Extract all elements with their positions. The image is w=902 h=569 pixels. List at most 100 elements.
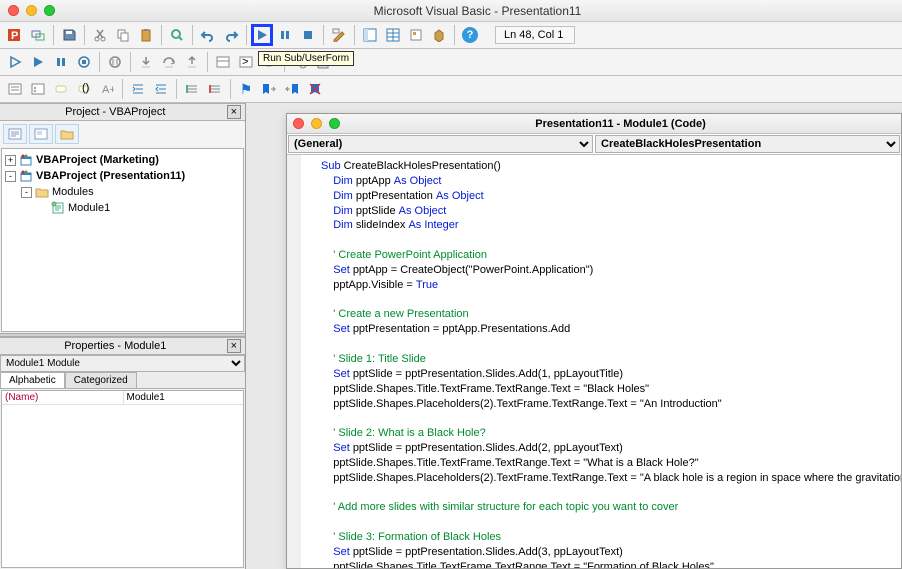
list-properties-button[interactable] [4,78,26,100]
locals-window-button[interactable] [212,51,234,73]
help-button[interactable]: ? [459,24,481,46]
project-toolbar [0,121,245,147]
paste-button[interactable] [135,24,157,46]
redo-button[interactable] [220,24,242,46]
svg-text:A+: A+ [102,84,114,96]
minimize-window-button[interactable] [26,5,37,16]
tab-alphabetic[interactable]: Alphabetic [0,372,65,388]
property-value[interactable]: Module1 [123,391,244,404]
flag-icon: ⚑ [240,81,253,98]
run-button[interactable]: Run Sub/UserForm [251,24,273,46]
tree-label: Modules [52,186,94,198]
code-window: Presentation11 - Module1 (Code) (General… [286,113,902,569]
parameter-info-button[interactable]: () [73,78,95,100]
indent-button[interactable] [127,78,149,100]
comment-block-button[interactable] [181,78,203,100]
object-browser-button[interactable] [405,24,427,46]
procedure-dropdown[interactable]: CreateBlackHolesPresentation [595,135,900,153]
stop-button[interactable] [73,51,95,73]
properties-grid[interactable]: (Name) Module1 [1,390,244,568]
step-out-button[interactable] [181,51,203,73]
window-title: Microsoft Visual Basic - Presentation11 [61,4,894,18]
tree-expander[interactable]: - [21,187,32,198]
properties-object-select[interactable]: Module1 Module [0,355,245,372]
tree-label: VBAProject (Marketing) [36,154,159,166]
proj-icon [19,169,33,183]
toggle-breakpoint-button[interactable] [104,51,126,73]
reset-button[interactable] [297,24,319,46]
copy-button[interactable] [112,24,134,46]
code-close-button[interactable] [293,118,304,129]
code-zoom-button[interactable] [329,118,340,129]
project-panel-title: Project - VBAProject × [0,103,245,121]
toolbox-button[interactable] [428,24,450,46]
next-bookmark-button[interactable] [258,78,280,100]
tree-item[interactable]: Module1 [5,200,240,216]
run-tooltip: Run Sub/UserForm [258,51,354,66]
close-properties-panel-button[interactable]: × [227,339,241,353]
code-dropdowns: (General) CreateBlackHolesPresentation [287,134,901,155]
edit-toolbar: () A+ ⚑ [0,76,902,103]
toggle-bookmark-button[interactable]: ⚑ [235,78,257,100]
quick-info-button[interactable] [50,78,72,100]
tree-expander[interactable]: + [5,155,16,166]
view-object-button[interactable] [29,124,53,144]
close-project-panel-button[interactable]: × [227,105,241,119]
pause-button[interactable] [50,51,72,73]
property-name: (Name) [2,391,123,404]
window-titlebar: Microsoft Visual Basic - Presentation11 [0,0,902,22]
insert-module-button[interactable] [27,24,49,46]
compile-button[interactable] [4,51,26,73]
design-mode-button[interactable] [328,24,350,46]
cursor-position: Ln 48, Col 1 [495,26,575,44]
zoom-window-button[interactable] [44,5,55,16]
run-macro-button[interactable] [27,51,49,73]
svg-text:P: P [11,30,18,42]
view-code-button[interactable] [3,124,27,144]
properties-window-button[interactable] [382,24,404,46]
close-window-button[interactable] [8,5,19,16]
immediate-window-button[interactable]: > [235,51,257,73]
step-into-button[interactable] [135,51,157,73]
proj-icon [19,153,33,167]
save-button[interactable] [58,24,80,46]
powerpoint-icon[interactable]: P [4,24,26,46]
undo-button[interactable] [197,24,219,46]
code-minimize-button[interactable] [311,118,322,129]
cut-button[interactable] [89,24,111,46]
tree-label: Module1 [68,202,110,214]
outdent-button[interactable] [150,78,172,100]
tree-item[interactable]: - VBAProject (Presentation11) [5,168,240,184]
code-window-titlebar: Presentation11 - Module1 (Code) [287,114,901,134]
project-tree[interactable]: +VBAProject (Marketing)-VBAProject (Pres… [1,148,244,332]
tree-item[interactable]: - Modules [5,184,240,200]
project-explorer-button[interactable] [359,24,381,46]
main-toolbar: P Run Sub/UserForm ? Ln 48, Col 1 [0,22,902,49]
tab-categorized[interactable]: Categorized [65,372,137,388]
folder-icon [35,185,49,199]
mdi-area: Presentation11 - Module1 (Code) (General… [246,103,902,569]
toggle-folders-button[interactable] [55,124,79,144]
clear-bookmarks-button[interactable] [304,78,326,100]
module-icon [51,201,65,215]
code-window-title: Presentation11 - Module1 (Code) [346,118,895,130]
svg-text:(): () [82,82,89,94]
prev-bookmark-button[interactable] [281,78,303,100]
uncomment-block-button[interactable] [204,78,226,100]
property-row[interactable]: (Name) Module1 [2,391,243,405]
tree-label: VBAProject (Presentation11) [36,170,185,182]
left-pane: Project - VBAProject × + VBAProject (Mark… [0,103,246,569]
properties-tabs: Alphabetic Categorized [0,372,245,389]
list-constants-button[interactable] [27,78,49,100]
find-button[interactable] [166,24,188,46]
debug-toolbar: > [0,49,902,76]
complete-word-button[interactable]: A+ [96,78,118,100]
code-editor[interactable]: Sub CreateBlackHolesPresentation() Dim p… [287,155,901,568]
properties-panel-title: Properties - Module1 × [0,337,245,355]
object-dropdown[interactable]: (General) [288,135,593,153]
window-controls [8,5,55,16]
tree-item[interactable]: + VBAProject (Marketing) [5,152,240,168]
break-button[interactable] [274,24,296,46]
tree-expander[interactable]: - [5,171,16,182]
step-over-button[interactable] [158,51,180,73]
